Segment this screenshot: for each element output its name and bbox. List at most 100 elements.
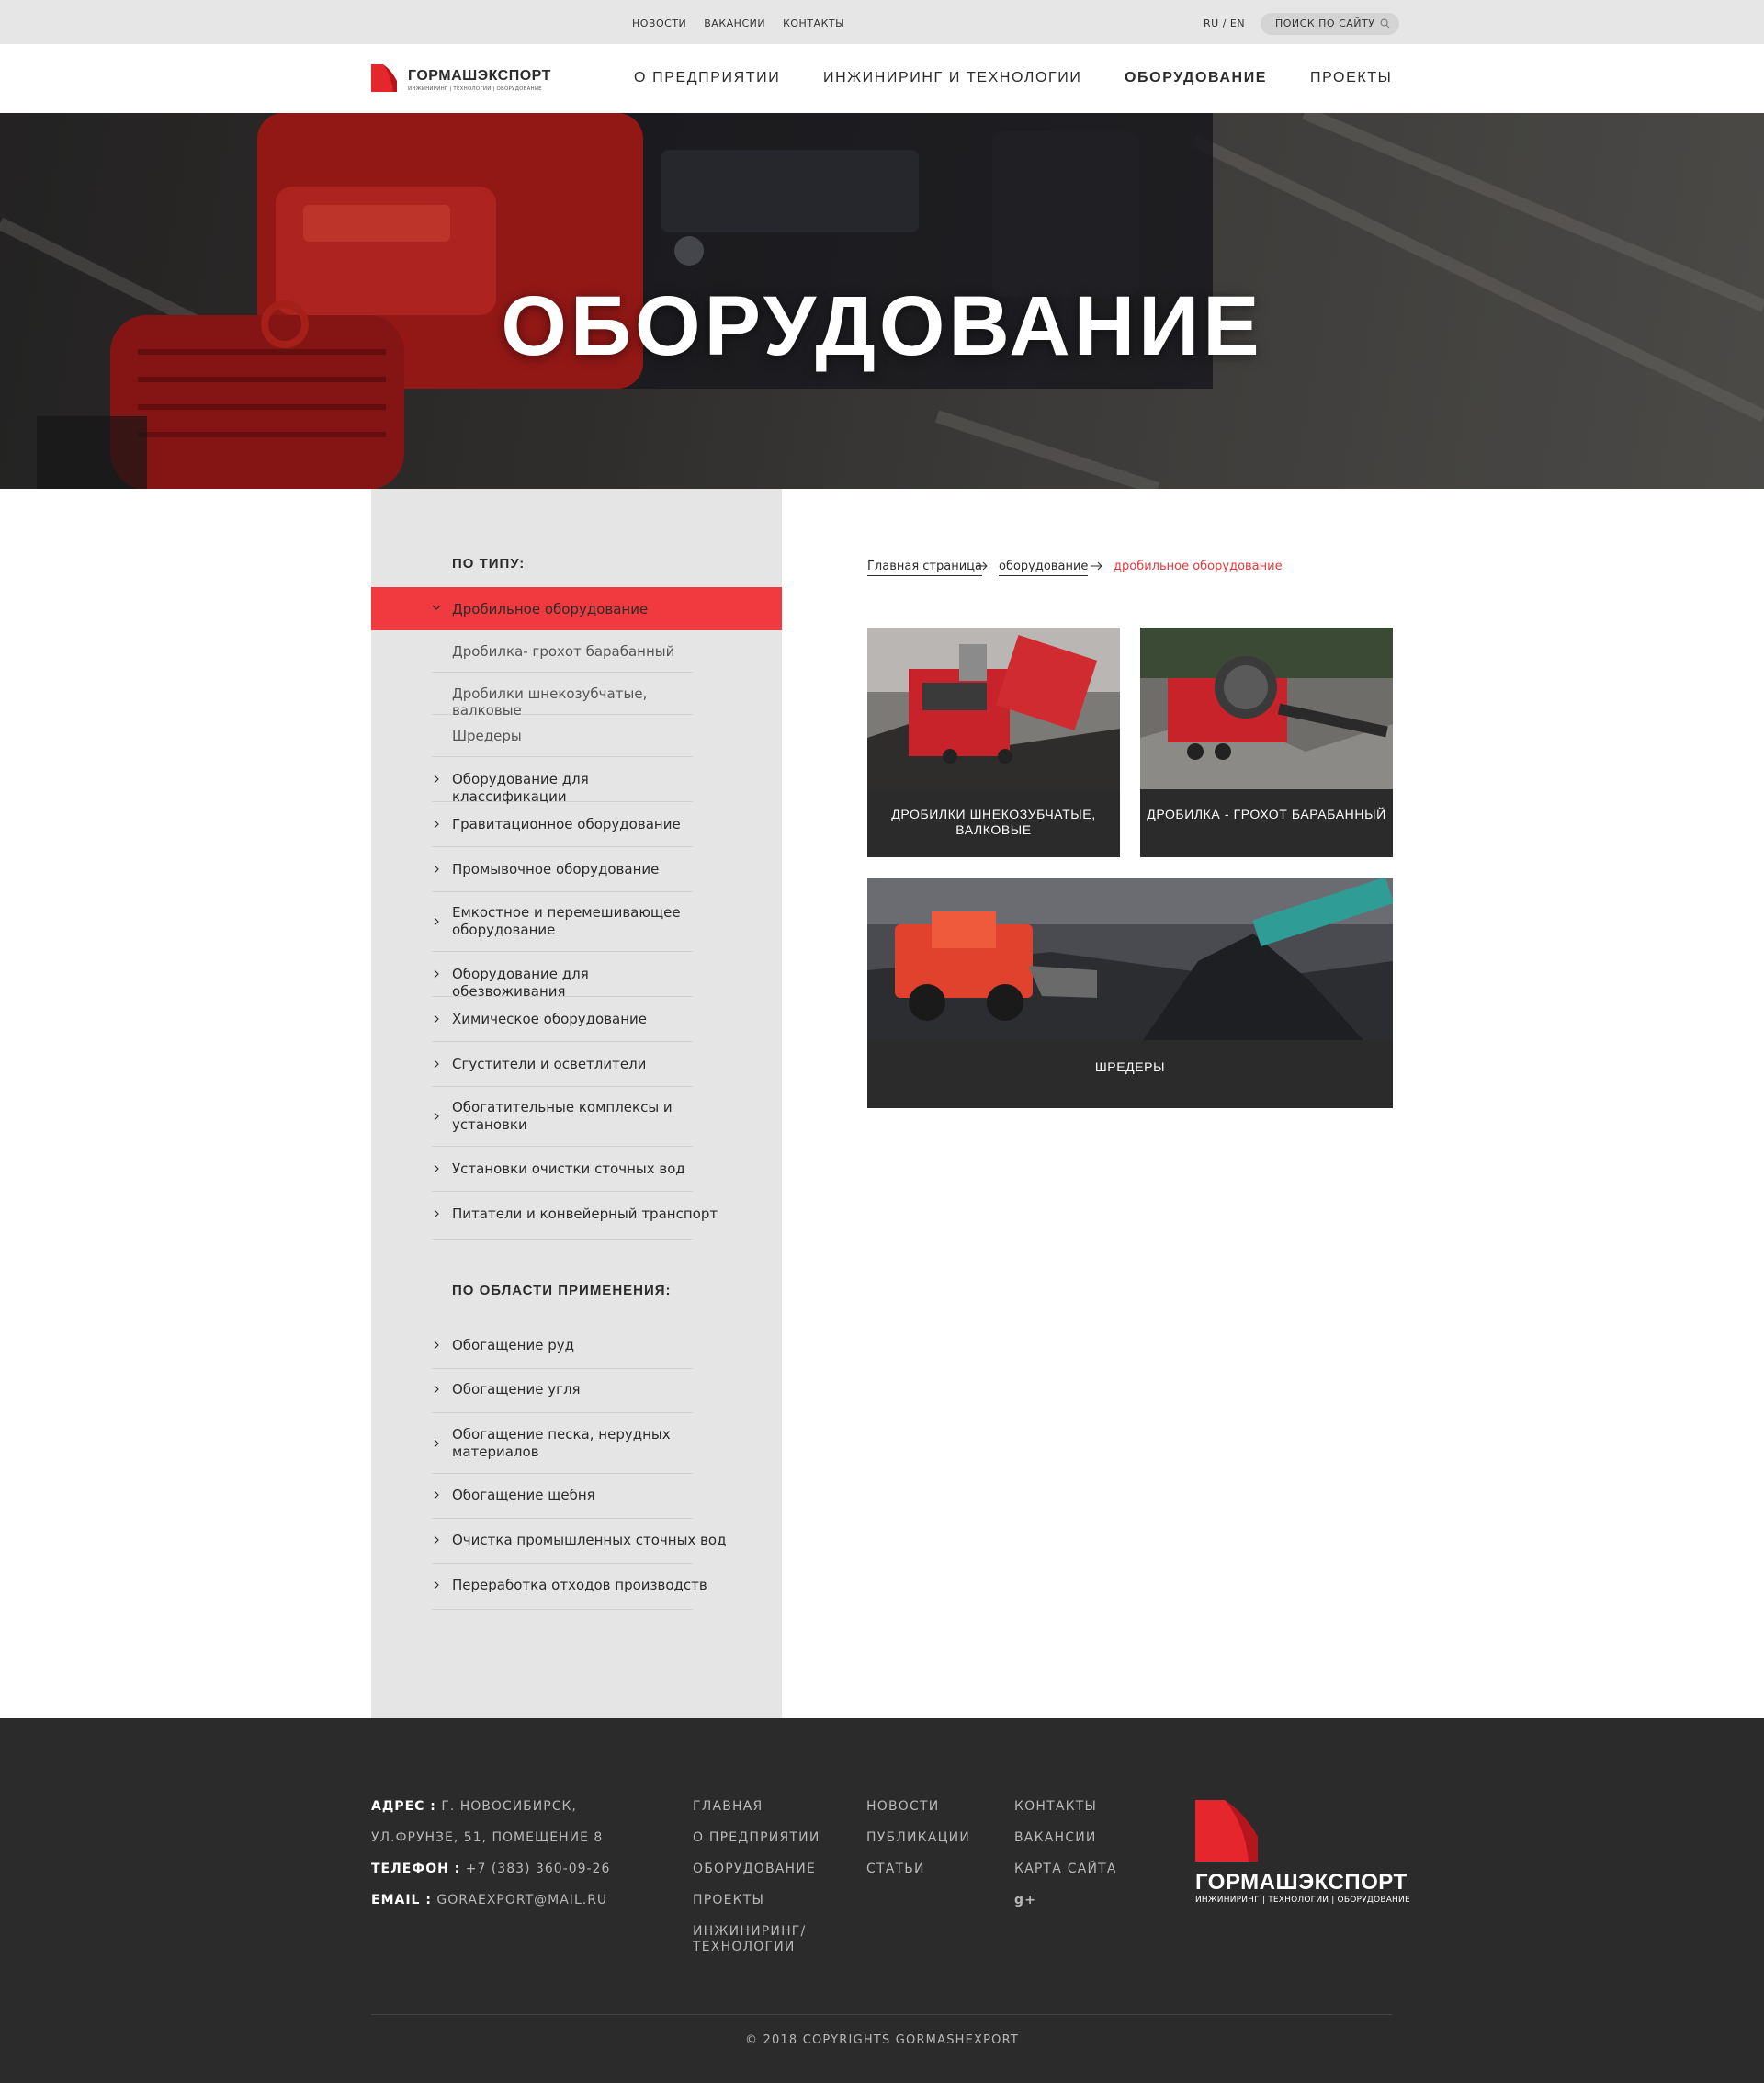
sidebar-item-sand[interactable]: Обогащение песка, нерудных материалов <box>432 1413 693 1474</box>
sidebar-item-label: Обогащение песка, нерудных материалов <box>452 1426 671 1460</box>
footer-link-news[interactable]: НОВОСТИ <box>866 1799 939 1814</box>
sidebar-item-label: Сгустители и осветлители <box>452 1056 647 1072</box>
card-caption: ШРЕДЕРЫ <box>1094 1059 1166 1074</box>
sidebar-subitem-drum-crusher[interactable]: Дробилка- грохот барабанный <box>432 630 693 673</box>
sidebar-subitem-shredders[interactable]: Шредеры <box>432 715 693 757</box>
sidebar-item-chemical[interactable]: Химическое оборудование <box>432 997 693 1042</box>
sidebar-item-industrial-wastewater[interactable]: Очистка промышленных сточных вод <box>432 1519 726 1564</box>
sidebar-item-label: Обогатительные комплексы и установки <box>452 1099 673 1133</box>
footer-link-engineering[interactable]: ИНЖИНИРИНГ/ <box>693 1924 806 1939</box>
sidebar-item-label: Емкостное и перемешивающее оборудование <box>452 904 681 938</box>
sidebar-item-tanks-mixing[interactable]: Емкостное и перемешивающее оборудование <box>432 892 693 952</box>
footer-logo[interactable]: ГОРМАШЭКСПОРТ ИНЖИНИРИНГ | ТЕХНОЛОГИИ | … <box>1195 1800 1410 1910</box>
footer-link-equipment[interactable]: ОБОРУДОВАНИЕ <box>693 1862 816 1876</box>
footer-link-home[interactable]: ГЛАВНАЯ <box>693 1799 763 1814</box>
nav-equipment[interactable]: ОБОРУДОВАНИЕ <box>1125 70 1267 86</box>
copyright: © 2018 COPYRIGHTS GORMASHEXPORT <box>744 2033 1020 2047</box>
google-plus-icon[interactable]: g+ <box>1014 1893 1036 1908</box>
chevron-right-icon <box>434 1164 439 1173</box>
chevron-right-icon <box>434 1490 439 1500</box>
sidebar-item-gravel[interactable]: Обогащение щебня <box>432 1474 693 1519</box>
nav-projects[interactable]: ПРОЕКТЫ <box>1310 70 1392 86</box>
sidebar-item-label: Оборудование для обезвоживания <box>452 966 589 1000</box>
logo-mark-icon <box>371 64 397 92</box>
card-image <box>1140 628 1393 789</box>
footer-link-contacts[interactable]: КОНТАКТЫ <box>1014 1799 1097 1814</box>
product-card-drum-crusher[interactable]: ДРОБИЛКА - ГРОХОТ БАРАБАННЫЙ <box>1140 628 1393 857</box>
card-image <box>867 628 1120 789</box>
footer-link-sitemap[interactable]: КАРТА САЙТА <box>1014 1862 1117 1876</box>
sidebar-item-label: Оборудование для классификации <box>452 771 589 805</box>
sidebar-item-thickeners[interactable]: Сгустители и осветлители <box>432 1042 693 1087</box>
card-image <box>867 878 1393 1040</box>
footer-phone-value[interactable]: +7 (383) 360-09-26 <box>460 1862 610 1876</box>
sidebar-item-gravity[interactable]: Гравитационное оборудование <box>432 802 693 847</box>
chevron-right-icon <box>434 1385 439 1394</box>
sidebar-subitem-label: Шредеры <box>452 728 522 744</box>
top-links: НОВОСТИ ВАКАНСИИ КОНТАКТЫ <box>632 17 858 29</box>
sidebar-item-processing-plants[interactable]: Обогатительные комплексы и установки <box>432 1087 693 1147</box>
top-link-contacts[interactable]: КОНТАКТЫ <box>783 17 844 29</box>
sidebar-item-label: Обогащение щебня <box>452 1487 595 1503</box>
breadcrumb-home[interactable]: Главная страница <box>867 560 982 576</box>
sidebar-item-crushing-equipment[interactable]: Дробильное оборудование <box>371 587 782 630</box>
language-switch[interactable]: RU / EN <box>1204 17 1245 29</box>
top-link-news[interactable]: НОВОСТИ <box>632 17 686 29</box>
footer-link-publications[interactable]: ПУБЛИКАЦИИ <box>866 1830 970 1845</box>
footer-email-label: EMAIL : <box>371 1893 432 1908</box>
card-caption: ДРОБИЛКИ ШНЕКОЗУБЧАТЫЕ, ВАЛКОВЫЕ <box>891 807 1096 837</box>
product-card-shredders[interactable]: ШРЕДЕРЫ <box>867 878 1393 1108</box>
footer-address-line1: АДРЕС : Г. НОВОСИБИРСК, <box>371 1799 577 1814</box>
sidebar-item-label: Обогащение руд <box>452 1337 574 1353</box>
sidebar-item-label: Установки очистки сточных вод <box>452 1160 685 1177</box>
arrow-right-icon <box>976 561 988 571</box>
footer-link-technologies[interactable]: ТЕХНОЛОГИИ <box>693 1940 796 1954</box>
sidebar-subitem-roller-crushers[interactable]: Дробилки шнекозубчатые, валковые <box>432 673 693 719</box>
footer-phone: ТЕЛЕФОН : +7 (383) 360-09-26 <box>371 1862 610 1876</box>
sidebar-item-wastewater[interactable]: Установки очистки сточных вод <box>432 1147 693 1192</box>
sidebar-area-heading: ПО ОБЛАСТИ ПРИМЕНЕНИЯ: <box>452 1283 672 1298</box>
sidebar-subitem-label: Дробилки шнекозубчатые, валковые <box>452 685 648 719</box>
nav-about[interactable]: О ПРЕДПРИЯТИИ <box>634 70 780 86</box>
hero-banner: ОБОРУДОВАНИЕ <box>0 113 1764 489</box>
nav-engineering[interactable]: ИНЖИНИРИНГ И ТЕХНОЛОГИИ <box>823 70 1082 86</box>
chevron-right-icon <box>434 1580 439 1590</box>
logo[interactable]: ГОРМАШЭКСПОРТ ИНЖИНИРИНГ | ТЕХНОЛОГИИ | … <box>371 62 550 96</box>
footer: АДРЕС : Г. НОВОСИБИРСК, УЛ.ФРУНЗЕ, 51, П… <box>0 1718 1764 2083</box>
search-input[interactable]: ПОИСК ПО САЙТУ <box>1261 13 1399 35</box>
footer-link-articles[interactable]: СТАТЬИ <box>866 1862 925 1876</box>
sidebar-item-classification[interactable]: Оборудование для классификации <box>432 757 693 805</box>
sidebar-item-label: Дробильное оборудование <box>452 601 649 617</box>
footer-link-about[interactable]: О ПРЕДПРИЯТИИ <box>693 1830 820 1845</box>
chevron-down-icon <box>432 605 441 610</box>
footer-logo-tagline: ИНЖИНИРИНГ | ТЕХНОЛОГИИ | ОБОРУДОВАНИЕ <box>1195 1896 1410 1905</box>
sidebar-item-label: Гравитационное оборудование <box>452 816 681 832</box>
sidebar-item-feeders[interactable]: Питатели и конвейерный транспорт <box>432 1192 718 1240</box>
search-icon[interactable] <box>1380 18 1390 28</box>
footer-link-projects[interactable]: ПРОЕКТЫ <box>693 1893 764 1908</box>
footer-address-line2: УЛ.ФРУНЗЕ, 51, ПОМЕЩЕНИЕ 8 <box>371 1830 604 1845</box>
sidebar-item-dewatering[interactable]: Оборудование для обезвоживания <box>432 952 693 1000</box>
footer-email-value[interactable]: GORAEXPORT@MAIL.RU <box>432 1893 607 1908</box>
sidebar-item-waste-processing[interactable]: Переработка отходов производств <box>432 1564 707 1610</box>
sidebar-item-washing[interactable]: Промывочное оборудование <box>432 847 693 892</box>
breadcrumb-equipment[interactable]: оборудование <box>999 560 1089 576</box>
sidebar-item-label: Промывочное оборудование <box>452 861 660 877</box>
breadcrumb-current: дробильное оборудование <box>1114 560 1283 573</box>
chevron-right-icon <box>434 917 439 926</box>
top-link-vacancies[interactable]: ВАКАНСИИ <box>704 17 765 29</box>
sidebar-item-ore[interactable]: Обогащение руд <box>432 1325 693 1369</box>
sidebar-subitem-label: Дробилка- грохот барабанный <box>452 643 675 660</box>
card-caption: ДРОБИЛКА - ГРОХОТ БАРАБАННЫЙ <box>1147 807 1386 821</box>
product-card-roller-crushers[interactable]: ДРОБИЛКИ ШНЕКОЗУБЧАТЫЕ, ВАЛКОВЫЕ <box>867 628 1120 857</box>
footer-address-value: Г. НОВОСИБИРСК, <box>435 1799 577 1814</box>
chevron-right-icon <box>434 1209 439 1218</box>
sidebar-item-coal[interactable]: Обогащение угля <box>432 1369 693 1413</box>
chevron-right-icon <box>434 969 439 979</box>
footer-email: EMAIL : GORAEXPORT@MAIL.RU <box>371 1893 607 1908</box>
logo-tagline: ИНЖИНИРИНГ | ТЕХНОЛОГИИ | ОБОРУДОВАНИЕ <box>408 86 542 92</box>
sidebar-item-label: Обогащение угля <box>452 1381 581 1398</box>
search-placeholder: ПОИСК ПО САЙТУ <box>1275 17 1375 29</box>
chevron-right-icon <box>434 1112 439 1121</box>
footer-link-vacancies[interactable]: ВАКАНСИИ <box>1014 1830 1097 1845</box>
